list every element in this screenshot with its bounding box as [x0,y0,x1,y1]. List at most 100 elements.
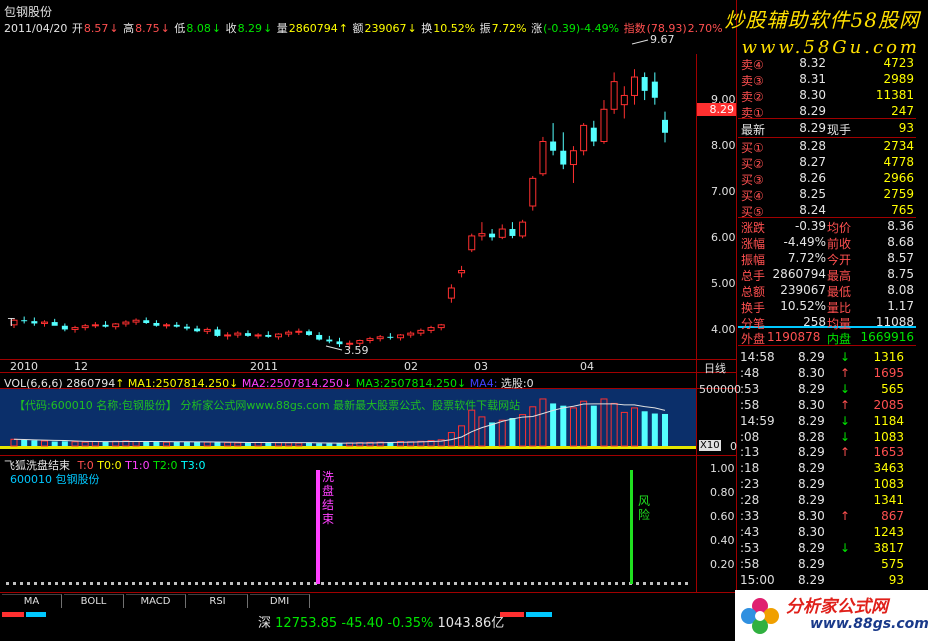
up-bar [2,612,24,617]
zero-dot [335,582,338,585]
volume-bar [498,419,506,447]
volume-bar [274,442,282,447]
tick-time: :43 [740,524,760,539]
sell-price: 8.32 [799,56,826,70]
zero-dot [321,582,324,585]
candle [427,325,435,334]
volume-bar [285,442,293,447]
candle [112,322,120,330]
volume-bar [41,440,49,447]
tick-time: 14:58 [740,350,775,364]
tab-macd[interactable]: MACD [126,594,186,608]
candle [244,330,251,337]
stat-value: 258 [803,315,826,329]
candle [417,328,425,336]
buy-row: 买② 8.27 4778 [738,155,916,171]
stat-label: 最高 [827,269,852,283]
volume-bar [569,407,577,447]
zero-dot [391,582,394,585]
buy-volume: 2734 [883,139,914,153]
zero-dot [454,582,457,585]
sell-volume: 247 [891,104,914,118]
tick-time: :58 [740,556,760,571]
volume-bar [61,441,68,446]
candle [31,317,38,326]
buy-label: 买④ [741,189,764,203]
tab-dmi[interactable]: DMI [250,594,310,608]
candle [102,321,109,328]
stat-row: 换手 10.52% 量比 1.17 [738,299,916,315]
tick-price: 8.29 [798,556,825,571]
indicator-axis-tick: 0.20 [710,558,735,571]
flower-logo-icon [741,598,779,634]
volume-bar [509,418,516,446]
volume-bar [143,441,150,446]
period-label[interactable]: 日线 [704,360,726,376]
tick-volume: 93 [888,572,904,587]
sell-price: 8.29 [799,104,826,118]
zero-dot [678,582,681,585]
signal-bar-risk [630,470,633,584]
volume-axis-zero: 0 [730,440,737,453]
sell-volume: 11381 [875,88,914,102]
volume-bar [132,441,140,447]
buy-label: 买② [741,157,764,171]
tick-price: 8.29 [798,445,825,460]
stat-label: 振幅 [741,253,766,267]
candle [224,332,232,340]
zero-dot [587,582,590,585]
volume-bar [529,406,537,447]
zero-dot [657,582,660,585]
candle [285,330,293,337]
candle [376,334,384,342]
buy-price: 8.28 [799,139,826,153]
buy-row: 买① 8.28 2734 [738,139,916,155]
buy-price: 8.26 [799,171,826,185]
candle [194,325,201,333]
zero-dot [188,582,191,585]
t-marker: T [8,316,15,329]
zero-dot [153,582,156,585]
zero-dot [258,582,261,585]
zero-dot [160,582,163,585]
tick-price: 8.30 [798,365,825,380]
tab-rsi[interactable]: RSI [188,594,248,608]
stat-row: 总手 2860794 最高 8.75 [738,267,916,283]
buy-label: 买③ [741,173,764,187]
tick-volume: 3817 [873,540,904,555]
candle [478,222,486,241]
volume-axis-top: 500000 [699,383,741,396]
volume-chart[interactable] [0,389,696,447]
zero-dot [293,582,296,585]
zero-dot [174,582,177,585]
price-axis-tick: 7.00 [711,185,736,199]
indicator-axis-tick: 0.60 [710,510,735,523]
candle [274,333,282,340]
up-arrow-icon: ↑ [840,445,851,460]
left-indicator-bars [0,612,50,618]
time-tick: 2010 [10,360,38,373]
volume-bar [519,414,527,447]
indicator-chart[interactable] [0,456,696,592]
peak-annotation: 9.67 [650,33,675,46]
zero-dot [69,582,72,585]
tab-ma[interactable]: MA [2,594,62,608]
tick-time: :58 [740,397,760,412]
volume-bar [610,402,618,447]
stat-value: 10.52% [780,299,826,313]
zero-dot [594,582,597,585]
volume-bar [244,442,251,446]
candle [295,328,303,335]
index-pct: -0.35% [387,616,434,631]
zero-dot [524,582,527,585]
stat-value: 2860794 [772,267,826,281]
down-bar [526,612,552,617]
volume-bar [326,443,333,446]
zero-dot [125,582,128,585]
tick-price: 8.29 [798,350,825,364]
tab-boll[interactable]: BOLL [64,594,124,608]
zero-dot [664,582,667,585]
stat-value: 8.68 [887,235,914,249]
volume-bar [31,440,38,446]
buy-price: 8.24 [799,203,826,217]
